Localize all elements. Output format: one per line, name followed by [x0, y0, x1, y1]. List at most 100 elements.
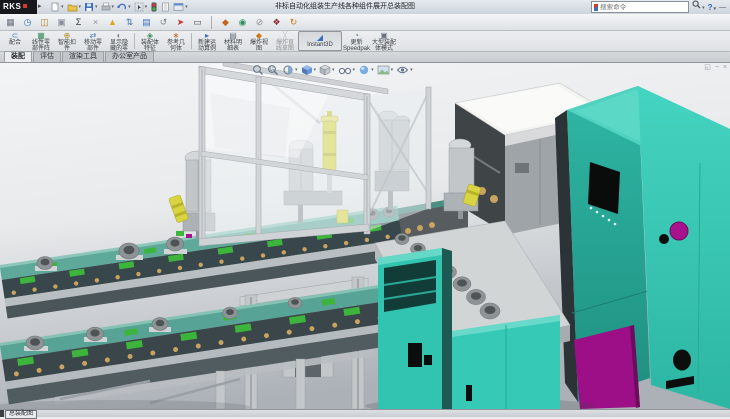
door-cutout — [408, 343, 422, 367]
cabinet-hole — [659, 234, 669, 244]
tab-assembly[interactable]: 装配 — [4, 51, 32, 62]
commandmanager-tabs: 装配 评估 渲染工具 办公室产品 — [0, 52, 730, 63]
station-tower-4[interactable] — [444, 139, 478, 219]
logo-flyout-arrow-icon[interactable]: ▸ — [38, 0, 42, 14]
open-button[interactable] — [67, 1, 82, 13]
zoom-area-icon[interactable] — [267, 64, 279, 76]
save-button[interactable] — [84, 1, 98, 13]
doc-close-icon[interactable]: × — [723, 63, 727, 73]
large-assembly-icon: ▣ — [380, 32, 388, 40]
rotate-icon[interactable]: ↺ — [157, 15, 170, 30]
no-access-icon[interactable]: ⊘ — [253, 15, 266, 30]
cmd-update-speedpak-button[interactable]: ◔更新Speedpak — [342, 31, 371, 51]
clock-icon[interactable]: ◷ — [21, 15, 34, 30]
cmd-exploded-view-button[interactable]: ◆爆炸视图 — [246, 31, 272, 51]
cluster-icon[interactable]: ❖ — [270, 15, 283, 30]
search-area: ? — — [591, 1, 726, 13]
search-input[interactable] — [600, 3, 688, 12]
magenta-panel[interactable] — [574, 325, 640, 409]
hide-show-items-icon[interactable] — [338, 64, 356, 76]
doc-restore-icon[interactable]: ◱ — [704, 63, 711, 73]
view-orientation-icon[interactable] — [301, 64, 317, 76]
zoom-fit-icon[interactable] — [252, 64, 264, 76]
tab-office-products[interactable]: 办公室产品 — [105, 51, 154, 62]
equation-icon[interactable]: Σ — [72, 15, 85, 30]
slot-cutout — [466, 385, 472, 401]
cmd-show-hidden-button[interactable]: ◐显示隐藏的零部件 — [106, 31, 132, 51]
cmd-mate-button[interactable]: ⊂配合 — [2, 31, 28, 51]
cmd-bom-button[interactable]: ▤材料明细表 — [220, 31, 246, 51]
open-folder-icon — [67, 2, 78, 12]
new-document-icon — [50, 2, 60, 12]
show-hidden-icon: ◐ — [117, 32, 122, 40]
cut-icon[interactable]: × — [89, 15, 102, 30]
exploded-view-icon: ◆ — [256, 32, 262, 40]
motion-study-icon: ▸ — [205, 32, 209, 40]
solidworks-logo: RKS — [0, 0, 37, 14]
minimize-ribbon-icon[interactable]: — — [719, 4, 726, 11]
toolbar-separator — [211, 16, 212, 29]
cmd-move-component-button[interactable]: ⇄移动零部件 — [80, 31, 106, 51]
doc-minimize-icon[interactable]: − — [715, 63, 719, 73]
new-document-button[interactable] — [50, 1, 64, 13]
teal-cabinet-left[interactable] — [378, 248, 442, 409]
cabinet-gap — [442, 248, 452, 409]
cmd-large-assembly-mode-button[interactable]: ▣大型装配体模式 — [371, 31, 397, 51]
magnifier-glyph — [692, 0, 701, 9]
tab-render-tools[interactable]: 渲染工具 — [62, 51, 104, 62]
graphics-viewport[interactable]: ◱ − × — [0, 63, 730, 409]
sort-icon[interactable]: ⇅ — [123, 15, 136, 30]
cmd-linear-pattern-button[interactable]: ▦线性零部件阵 — [28, 31, 54, 51]
camera-icon[interactable]: ▦ — [4, 15, 17, 30]
green-fitting — [176, 231, 184, 236]
clipboard-icon[interactable]: ▤ — [140, 15, 153, 30]
model-tab[interactable]: 总装配图 — [5, 410, 37, 419]
group-separator — [191, 33, 192, 49]
refresh-icon[interactable]: ↻ — [287, 15, 300, 30]
section-view-icon[interactable] — [282, 64, 298, 76]
bom-icon: ▤ — [229, 32, 237, 40]
logo-text: RKS — [3, 2, 21, 11]
edit-appearance-icon[interactable] — [358, 64, 374, 76]
cmd-explode-line-sketch-button[interactable]: ╳爆炸直线草图 — [272, 31, 298, 51]
cmd-new-motion-study-button[interactable]: ▸新建运动算例 — [194, 31, 220, 51]
display-icon[interactable]: ▭ — [191, 15, 204, 30]
window-title: 非标自动化组装生产线各种组件展开总装配图 — [120, 0, 570, 14]
group-separator — [134, 33, 135, 49]
quick-access-toolbar: ▦ ◷ ◫ ▣ Σ × ▲ ⇅ ▤ ↺ ➤ ▭ ◆ ◉ ⊘ ❖ ↻ — [0, 14, 730, 31]
mate-icon: ⊂ — [12, 32, 19, 40]
assembly-features-icon: ◈ — [147, 32, 153, 40]
reference-geometry-icon: ∗ — [173, 32, 180, 40]
display-style-icon[interactable] — [319, 64, 335, 76]
apply-scene-icon[interactable] — [377, 64, 394, 76]
checkbox-icon[interactable]: ▣ — [55, 15, 68, 30]
logo-accent-dot — [23, 4, 27, 8]
speedpak-icon: ◔ — [354, 32, 359, 40]
cmd-smart-fasteners-button[interactable]: ⊕智能扣件 — [54, 31, 80, 51]
cmd-instant3d-button[interactable]: ◢Instant3D — [298, 31, 342, 51]
ribbon-icon[interactable]: ◆ — [219, 15, 232, 30]
teal-cabinet-center[interactable] — [452, 315, 560, 409]
heads-up-view-toolbar — [252, 63, 413, 76]
search-magnifier-icon[interactable] — [692, 0, 705, 14]
command-manager: ⊂配合 ▦线性零部件阵 ⊕智能扣件 ⇄移动零部件 ◐显示隐藏的零部件 ◈装配体特… — [0, 31, 730, 52]
linear-pattern-icon: ▦ — [37, 32, 45, 40]
search-box — [591, 1, 689, 13]
globe-icon[interactable]: ◉ — [236, 15, 249, 30]
help-button[interactable]: ? — [708, 3, 716, 12]
cmd-assembly-features-button[interactable]: ◈装配体特征 — [137, 31, 163, 51]
cmd-reference-geometry-button[interactable]: ∗参考几何体 — [163, 31, 189, 51]
save-icon — [84, 2, 94, 12]
warning-icon[interactable]: ▲ — [106, 15, 119, 30]
pointer-icon[interactable]: ➤ — [174, 15, 187, 30]
save-table-icon[interactable]: ◫ — [38, 15, 51, 30]
title-bar: RKS ▸ 非标自动化组装生产线各种组件展开总装配图 ? — — [0, 0, 730, 15]
door-cutout-small — [424, 355, 432, 365]
tab-evaluate[interactable]: 评估 — [33, 51, 61, 62]
print-button[interactable] — [101, 1, 115, 13]
magenta-button[interactable] — [670, 222, 688, 240]
smart-fasteners-icon: ⊕ — [64, 32, 71, 40]
view-settings-icon[interactable] — [396, 64, 413, 76]
magenta-fitting — [186, 234, 192, 238]
explode-line-sketch-icon: ╳ — [283, 32, 288, 40]
